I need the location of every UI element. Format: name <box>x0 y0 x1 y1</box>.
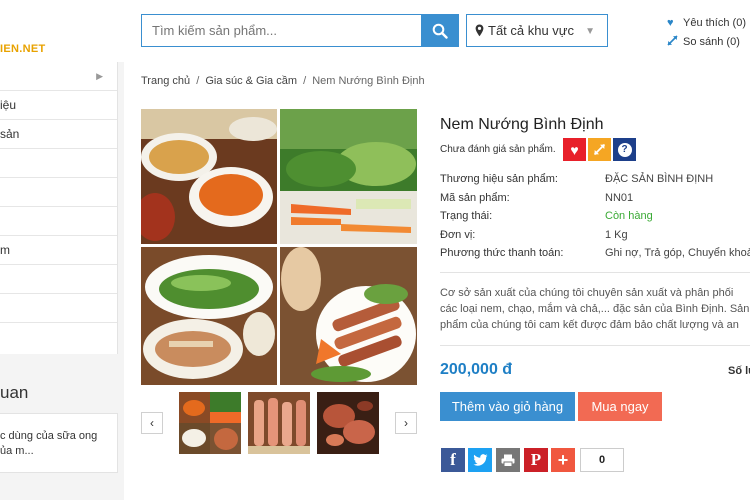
add-to-wishlist-button[interactable]: ♥ <box>563 138 586 161</box>
wishlist-label: Yêu thích (0) <box>683 16 746 29</box>
site-logo[interactable]: IEN.NET <box>0 43 46 55</box>
news-snippet: c dùng của sữa ong ủa m... <box>0 430 98 457</box>
sidebar-item[interactable]: ▶ <box>0 62 117 91</box>
more-share-button[interactable]: + <box>551 448 575 472</box>
share-count: 0 <box>580 448 624 472</box>
thumb-prev-button[interactable]: ‹ <box>141 412 163 434</box>
compare-arrows-icon <box>593 143 606 156</box>
search-input[interactable] <box>141 14 421 47</box>
pinterest-icon: P <box>530 450 542 469</box>
chevron-left-icon: ‹ <box>150 416 154 430</box>
search-icon <box>432 23 448 39</box>
spec-value-unit: 1 Kg <box>605 229 628 241</box>
heart-icon: ♥ <box>667 16 674 29</box>
chevron-down-icon: ▼ <box>585 26 595 37</box>
map-pin-icon <box>475 24 484 37</box>
breadcrumb-category[interactable]: Gia súc & Gia cầm <box>205 75 297 87</box>
facebook-icon: f <box>450 450 456 469</box>
category-sidebar: ▶ iệu sản m <box>0 62 118 354</box>
sidebar-item[interactable] <box>0 149 117 178</box>
sidebar-item[interactable]: m <box>0 236 117 265</box>
header-links: ♥ Yêu thích (0) So sánh (0) <box>667 13 746 51</box>
header: IEN.NET Tất cả khu vực ▼ ♥ Yêu thích (0) <box>0 0 750 62</box>
print-button[interactable] <box>496 448 520 472</box>
search-button[interactable] <box>421 14 459 47</box>
compare-arrows-icon <box>667 34 681 49</box>
twitter-icon <box>472 453 487 466</box>
sidebar-item[interactable]: sản <box>0 120 117 149</box>
breadcrumb-home[interactable]: Trang chủ <box>141 75 190 87</box>
product-photo <box>141 109 417 385</box>
buy-now-button[interactable]: Mua ngay <box>578 392 662 421</box>
facebook-share-button[interactable]: f <box>441 448 465 472</box>
breadcrumb-current: Nem Nướng Bình Định <box>312 75 425 87</box>
divider <box>440 345 750 346</box>
sidebar-item[interactable] <box>0 207 117 236</box>
twitter-share-button[interactable] <box>468 448 492 472</box>
help-button[interactable]: ? <box>613 138 636 161</box>
spec-value-sku: NN01 <box>605 192 634 204</box>
sidebar-section-title: uan <box>0 383 29 402</box>
product-thumbnail[interactable] <box>317 392 379 454</box>
heart-icon: ♥ <box>570 141 579 158</box>
compare-link[interactable]: So sánh (0) <box>667 32 746 51</box>
rating-text: Chưa đánh giá sản phẩm. <box>440 144 556 155</box>
sidebar-item[interactable]: iệu <box>0 91 117 120</box>
breadcrumb-separator: / <box>196 75 200 87</box>
spec-label-brand: Thương hiệu sản phẩm: <box>440 173 558 185</box>
stock-status: Còn hàng <box>605 210 653 222</box>
product-price: 200,000 đ <box>440 361 513 378</box>
news-item[interactable]: c dùng của sữa ong ủa m... <box>0 413 118 473</box>
product-main-image[interactable] <box>141 109 417 385</box>
spec-value-payment: Ghi nợ, Trả góp, Chuyển khoản, <box>605 247 750 259</box>
chevron-right-icon: ▶ <box>96 70 103 81</box>
sidebar-item[interactable] <box>0 294 117 323</box>
question-icon: ? <box>617 142 632 157</box>
spec-label-sku: Mã sản phẩm: <box>440 192 510 204</box>
product-title: Nem Nướng Bình Định <box>440 116 604 133</box>
spec-value-brand[interactable]: ĐẶC SẢN BÌNH ĐỊNH <box>605 173 713 185</box>
print-icon <box>501 454 515 467</box>
product-thumbnail[interactable] <box>179 392 241 454</box>
divider <box>440 272 750 273</box>
pinterest-share-button[interactable]: P <box>524 448 548 472</box>
spec-label-payment: Phương thức thanh toán: <box>440 247 564 259</box>
wishlist-link[interactable]: ♥ Yêu thích (0) <box>667 13 746 32</box>
region-label: Tất cả khu vực <box>488 23 575 38</box>
compare-label: So sánh (0) <box>683 35 740 48</box>
spec-label-status: Trạng thái: <box>440 210 493 222</box>
sidebar-item[interactable] <box>0 178 117 207</box>
breadcrumb: Trang chủ / Gia súc & Gia cầm / Nem Nướn… <box>141 75 425 87</box>
sidebar-item[interactable] <box>0 265 117 294</box>
product-thumbnail[interactable] <box>248 392 310 454</box>
add-to-cart-button[interactable]: Thêm vào giỏ hàng <box>440 392 575 421</box>
add-to-compare-button[interactable] <box>588 138 611 161</box>
breadcrumb-separator: / <box>303 75 307 87</box>
region-select[interactable]: Tất cả khu vực ▼ <box>466 14 608 47</box>
chevron-right-icon: › <box>404 416 408 430</box>
thumb-next-button[interactable]: › <box>395 412 417 434</box>
product-description: Cơ sở sản xuất của chúng tôi chuyên sản … <box>440 287 750 331</box>
plus-icon: + <box>557 449 569 470</box>
spec-label-unit: Đơn vị: <box>440 229 476 241</box>
quantity-label: Số lượng <box>728 365 750 377</box>
